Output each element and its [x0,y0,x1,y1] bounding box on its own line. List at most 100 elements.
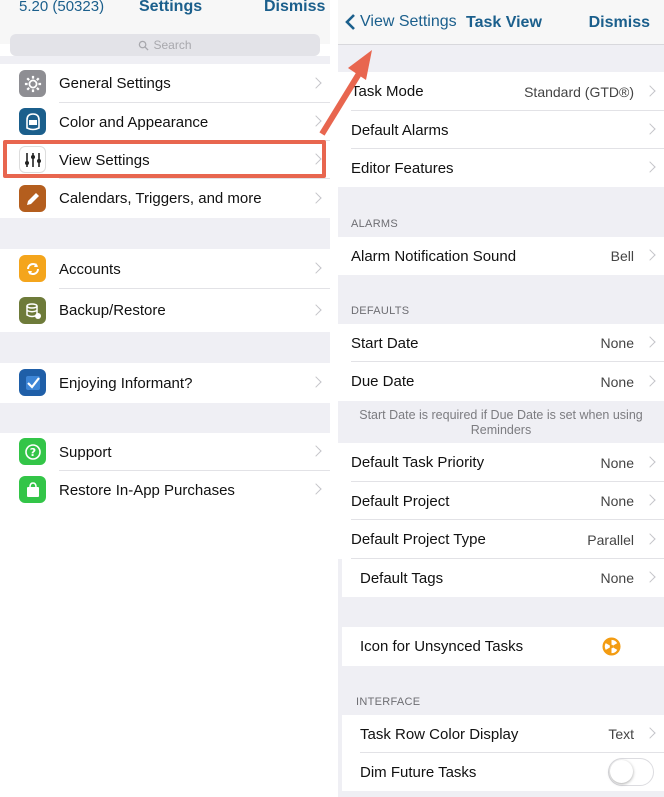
chevron-right-icon [644,84,656,97]
chevron-right-icon [644,727,656,739]
alarm-sound-row[interactable]: Alarm Notification Sound Bell [338,237,664,275]
chevron-right-icon [644,494,656,506]
chevron-right-icon [310,445,322,457]
editor-features-row[interactable]: Editor Features [338,149,664,187]
view-settings-highlight-box [3,140,326,178]
chevron-right-icon [644,249,656,261]
start-date-value: None [600,335,634,351]
editor-features-label: Editor Features [351,159,454,177]
backup-restore-label: Backup/Restore [59,302,166,319]
chevron-right-icon [310,191,322,204]
chevron-right-icon [644,571,656,583]
start-date-label: Start Date [351,334,419,352]
chevron-right-icon [644,161,656,173]
section-gap [0,218,330,249]
task-mode-row[interactable]: Task Mode Standard (GTD®) [338,72,664,111]
chevron-right-icon [310,262,322,274]
general-settings-row[interactable]: General Settings [0,64,330,103]
start-date-row[interactable]: Start Date None [338,324,664,362]
support-label: Support [59,443,112,461]
chevron-right-icon [310,76,322,89]
task-view-nav-bar: View Settings Task View Dismiss [338,0,664,45]
default-project-type-label: Default Project Type [351,531,486,548]
alarm-sound-label: Alarm Notification Sound [351,247,517,265]
shopping-bag-icon [19,476,46,503]
backup-restore-row[interactable]: Backup/Restore [0,289,330,332]
gear-icon [19,70,46,97]
task-row-color-row[interactable]: Task Row Color Display Text [342,715,664,753]
alarm-sound-value: Bell [610,248,634,264]
sync-icon [19,255,46,282]
database-icon [19,297,46,324]
toggle-knob [610,760,633,783]
support-row[interactable]: ? Support [0,433,330,471]
dim-future-tasks-label: Dim Future Tasks [360,763,477,781]
default-tags-row[interactable]: Default Tags None [342,559,664,597]
color-appearance-label: Color and Appearance [59,113,209,131]
due-date-value: None [600,373,634,390]
dim-future-tasks-row: Dim Future Tasks [342,753,664,791]
unsynced-icon-label: Icon for Unsynced Tasks [360,638,524,655]
version-label: 5.20 (50323) [19,0,105,15]
calendars-triggers-row[interactable]: Calendars, Triggers, and more [0,179,330,218]
default-project-label: Default Project [351,492,450,510]
dim-future-tasks-toggle[interactable] [608,758,654,786]
task-row-color-value: Text [608,726,634,742]
chevron-right-icon [644,455,656,468]
default-tags-label: Default Tags [360,569,444,587]
restore-purchases-row[interactable]: Restore In-App Purchases [0,471,330,509]
default-alarms-row[interactable]: Default Alarms [338,111,664,149]
task-mode-value: Standard (GTD®) [524,83,634,100]
chevron-right-icon [644,374,656,387]
chevron-right-icon [644,336,656,348]
due-date-row[interactable]: Due Date None [338,362,664,401]
unsynced-icon-row[interactable]: Icon for Unsynced Tasks [342,627,664,666]
default-project-value: None [600,493,634,509]
default-priority-row[interactable]: Default Task Priority None [338,443,664,482]
task-row-color-label: Task Row Color Display [360,725,519,743]
chevron-right-icon [644,532,656,545]
checkmark-icon [19,369,46,396]
section-gap [0,56,330,64]
task-view-panel: View Settings Task View Dismiss Task Mod… [338,0,664,797]
palette-icon [19,108,46,135]
task-view-title: Task View [466,14,542,31]
pencil-icon [19,185,46,212]
start-date-note: Start Date is required if Due Date is se… [359,408,643,437]
section-gap [0,332,330,363]
search-field[interactable]: Search [10,34,320,56]
alarms-section-header: ALARMS [351,218,399,230]
general-settings-label: General Settings [59,75,171,92]
calendars-triggers-label: Calendars, Triggers, and more [59,190,262,207]
default-project-type-row[interactable]: Default Project Type Parallel [338,520,664,559]
chevron-right-icon [310,115,322,127]
default-priority-value: None [600,454,634,471]
default-tags-value: None [600,570,634,586]
default-project-row[interactable]: Default Project None [338,482,664,520]
due-date-label: Due Date [351,373,415,390]
defaults-section-header: DEFAULTS [351,305,410,317]
search-placeholder: Search [153,38,192,52]
default-alarms-label: Default Alarms [351,121,449,139]
chevron-right-icon [310,483,322,495]
chevron-right-icon [310,376,322,388]
dismiss-button[interactable]: Dismiss [264,0,325,16]
radiation-icon [602,637,621,661]
color-appearance-row[interactable]: Color and Appearance [0,103,330,141]
search-icon [139,40,150,51]
restore-purchases-label: Restore In-App Purchases [59,481,235,499]
enjoying-informant-row[interactable]: Enjoying Informant? [0,363,330,403]
accounts-row[interactable]: Accounts [0,249,330,289]
svg-text:?: ? [29,446,35,459]
enjoying-informant-label: Enjoying Informant? [59,374,193,392]
accounts-label: Accounts [59,260,121,278]
back-label: View Settings [360,13,457,30]
chevron-right-icon [310,303,322,316]
dismiss-button[interactable]: Dismiss [589,14,650,32]
task-mode-label: Task Mode [351,83,424,100]
settings-panel: 5.20 (50323) Settings Dismiss Search Gen… [0,0,330,797]
back-button[interactable]: View Settings [344,13,457,31]
chevron-left-icon [345,14,355,30]
section-gap [0,403,330,433]
settings-title: Settings [139,0,203,15]
